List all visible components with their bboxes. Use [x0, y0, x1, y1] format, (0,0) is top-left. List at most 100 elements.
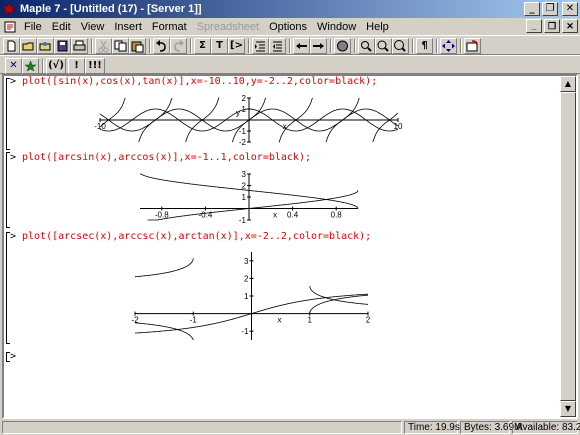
minimize-button[interactable]: _: [524, 2, 540, 16]
menu-format[interactable]: Format: [147, 21, 192, 33]
text-mode-icon[interactable]: T: [211, 38, 228, 54]
x-tick-label: -2: [131, 316, 139, 325]
open-folder-icon[interactable]: [20, 38, 37, 54]
execute-all-icon[interactable]: !!!: [85, 58, 105, 74]
y-tick-label: 1: [242, 105, 247, 114]
y-tick-label: 2: [242, 182, 247, 191]
y-tick-label: 3: [242, 170, 247, 179]
sum-math-icon[interactable]: Σ: [194, 38, 211, 54]
execute-once-icon[interactable]: !: [68, 58, 85, 74]
y-tick-label: -1: [239, 216, 247, 225]
cut-icon[interactable]: [95, 38, 112, 54]
menu-help[interactable]: Help: [361, 21, 394, 33]
plot-1[interactable]: -10 10 2 1 -1 -2 x y: [94, 92, 404, 148]
scroll-up-icon[interactable]: ▲: [560, 76, 576, 92]
doc-minimize-button[interactable]: _: [526, 19, 542, 33]
menu-spreadsheet[interactable]: Spreadsheet: [192, 21, 264, 33]
menu-options[interactable]: Options: [264, 21, 312, 33]
x-axis-label: x: [273, 211, 277, 220]
group-bracket[interactable]: [6, 78, 10, 150]
close-x-icon[interactable]: ✕: [5, 58, 22, 74]
title-bar[interactable]: Maple 7 - [Untitled (17) - [Server 1]] _…: [0, 0, 580, 18]
vertical-scrollbar[interactable]: ▲ ▼: [560, 76, 576, 417]
zoom-150-icon[interactable]: [375, 38, 392, 54]
menu-insert[interactable]: Insert: [109, 21, 147, 33]
command-input-1[interactable]: plot([sin(x),cos(x),tan(x)],x=-10..10,y=…: [22, 76, 377, 87]
x-tick-label: -0.8: [155, 211, 169, 220]
paste-icon[interactable]: [129, 38, 146, 54]
x-tick-label: -1: [190, 316, 198, 325]
doc-restore-button[interactable]: ❐: [544, 19, 560, 33]
sqrt-icon[interactable]: (√): [46, 58, 66, 74]
menu-window[interactable]: Window: [312, 21, 361, 33]
y-tick-label: 2: [244, 274, 249, 283]
y-axis-label: y: [236, 108, 240, 117]
menu-view[interactable]: View: [76, 21, 110, 33]
forward-arrow-icon[interactable]: [310, 38, 327, 54]
x-tick-label: -0.4: [199, 211, 213, 220]
expand-sections-icon[interactable]: [440, 38, 457, 54]
y-tick-label: 1: [242, 193, 247, 202]
group-bracket[interactable]: [6, 152, 10, 228]
pilcrow-icon[interactable]: ¶: [416, 38, 433, 54]
y-tick-label: -1: [241, 327, 249, 336]
prompt: >: [10, 351, 17, 362]
copy-icon[interactable]: [112, 38, 129, 54]
context-toolbar: ✕ (√) ! !!!: [0, 55, 580, 74]
new-document-icon[interactable]: [3, 38, 20, 54]
main-toolbar: Σ T [> ¶: [0, 35, 580, 55]
back-arrow-icon[interactable]: [293, 38, 310, 54]
worksheet[interactable]: > plot([sin(x),cos(x),tan(x)],x=-10..10,…: [2, 74, 578, 419]
undo-icon[interactable]: [153, 38, 170, 54]
menu-bar: File Edit View Insert Format Spreadsheet…: [0, 18, 580, 35]
command-input-2[interactable]: plot([arcsin(x),arccos(x)],x=-1..1,color…: [22, 152, 311, 163]
y-tick-label: -1: [239, 127, 247, 136]
indent-icon[interactable]: [252, 38, 269, 54]
command-input-3[interactable]: plot([arcsec(x),arccsc(x),arctan(x)],x=-…: [22, 231, 371, 242]
x-tick-label: -10: [94, 122, 106, 131]
zoom-200-icon[interactable]: [392, 38, 409, 54]
y-tick-label: 2: [242, 94, 247, 103]
open-url-icon[interactable]: [37, 38, 54, 54]
plot-2[interactable]: -0.8 -0.4 0.4 0.8 3 2 1 -1 x: [134, 168, 364, 226]
series-line-1: [147, 190, 359, 221]
prompt: >: [10, 231, 17, 242]
plot-3[interactable]: -2 -1 1 2 3 2 1 -1 x: [129, 246, 374, 346]
save-icon[interactable]: [54, 38, 71, 54]
maple-leaf-icon: [2, 2, 16, 15]
x-tick-label: 1: [308, 316, 313, 325]
window-title: Maple 7 - [Untitled (17) - [Server 1]]: [20, 3, 202, 15]
group-bracket[interactable]: [6, 232, 10, 344]
stop-icon[interactable]: [334, 38, 351, 54]
doc-close-button[interactable]: ✕: [562, 19, 578, 33]
zoom-100-icon[interactable]: [358, 38, 375, 54]
insert-prompt-icon[interactable]: [>: [228, 38, 245, 54]
prompt: >: [10, 76, 17, 87]
print-icon[interactable]: [71, 38, 88, 54]
y-tick-label: 1: [244, 292, 249, 301]
status-bar: Time: 19.9s Bytes: 3.69M Available: 83.2…: [0, 420, 580, 435]
scroll-thumb[interactable]: [560, 92, 576, 401]
close-button[interactable]: ✕: [562, 2, 578, 16]
y-tick-label: 3: [244, 257, 249, 266]
status-time: Time: 19.9s: [404, 421, 460, 434]
status-message: [2, 421, 402, 434]
document-icon[interactable]: [3, 20, 17, 34]
menu-file[interactable]: File: [19, 21, 47, 33]
scroll-down-icon[interactable]: ▼: [560, 401, 576, 417]
x-tick-label: 2: [366, 316, 371, 325]
redo-icon[interactable]: [170, 38, 187, 54]
x-axis-label: x: [283, 122, 287, 131]
x-tick-label: 10: [394, 122, 403, 131]
prompt: >: [10, 152, 17, 163]
x-axis-label: x: [277, 316, 281, 325]
execute-icon[interactable]: [22, 58, 39, 74]
y-tick-label: -2: [239, 138, 247, 147]
restore-button[interactable]: ❐: [542, 2, 558, 16]
outdent-icon[interactable]: [269, 38, 286, 54]
x-tick-label: 0.8: [331, 211, 343, 220]
menu-edit[interactable]: Edit: [47, 21, 76, 33]
status-available: Available: 83.2M: [512, 421, 580, 434]
restart-icon[interactable]: [464, 38, 481, 54]
status-bytes: Bytes: 3.69M: [460, 421, 522, 434]
